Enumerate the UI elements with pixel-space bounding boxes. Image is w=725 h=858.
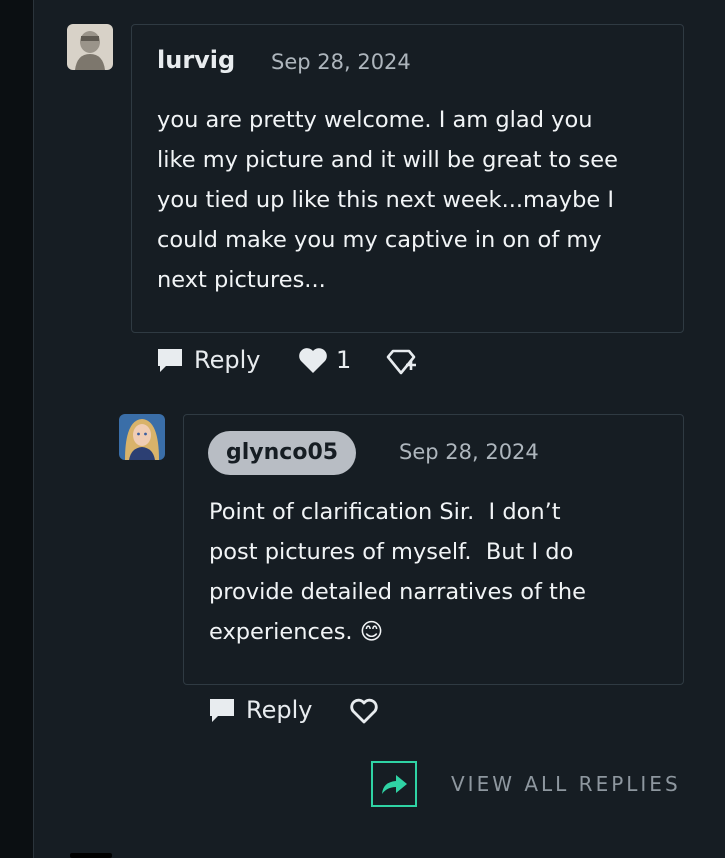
share-button[interactable]	[371, 761, 417, 807]
like-button[interactable]	[349, 697, 379, 725]
reply-username-pill[interactable]: glynco05	[208, 431, 357, 475]
speech-bubble-icon	[158, 349, 182, 372]
comment-body: you are pretty welcome. I am glad you li…	[157, 107, 618, 293]
reply-label: Reply	[194, 346, 261, 374]
avatar-sketch-icon	[67, 24, 113, 70]
award-button[interactable]	[385, 348, 417, 376]
like-button[interactable]: 1	[298, 346, 351, 374]
divider	[70, 853, 112, 858]
avatar[interactable]	[67, 24, 113, 70]
avatar[interactable]	[119, 414, 165, 460]
like-count: 1	[336, 346, 352, 374]
speech-bubble-icon	[210, 699, 234, 722]
heart-filled-icon	[299, 348, 327, 373]
reply-label: Reply	[246, 696, 313, 724]
gem-plus-icon	[386, 349, 416, 375]
reply-body: Point of clarification Sir. I don’t post…	[209, 499, 586, 645]
reply-button[interactable]: Reply	[156, 345, 260, 375]
comment-username[interactable]: lurvig	[157, 46, 235, 74]
heart-outline-icon	[350, 698, 378, 724]
comment-date: Sep 28, 2024	[271, 50, 411, 74]
share-arrow-icon	[382, 775, 407, 794]
avatar-blonde-woman-icon	[119, 414, 165, 460]
reply-date: Sep 28, 2024	[399, 440, 539, 464]
reply-button[interactable]: Reply	[208, 695, 312, 725]
view-all-replies-link[interactable]: VIEW ALL REPLIES	[451, 772, 681, 796]
